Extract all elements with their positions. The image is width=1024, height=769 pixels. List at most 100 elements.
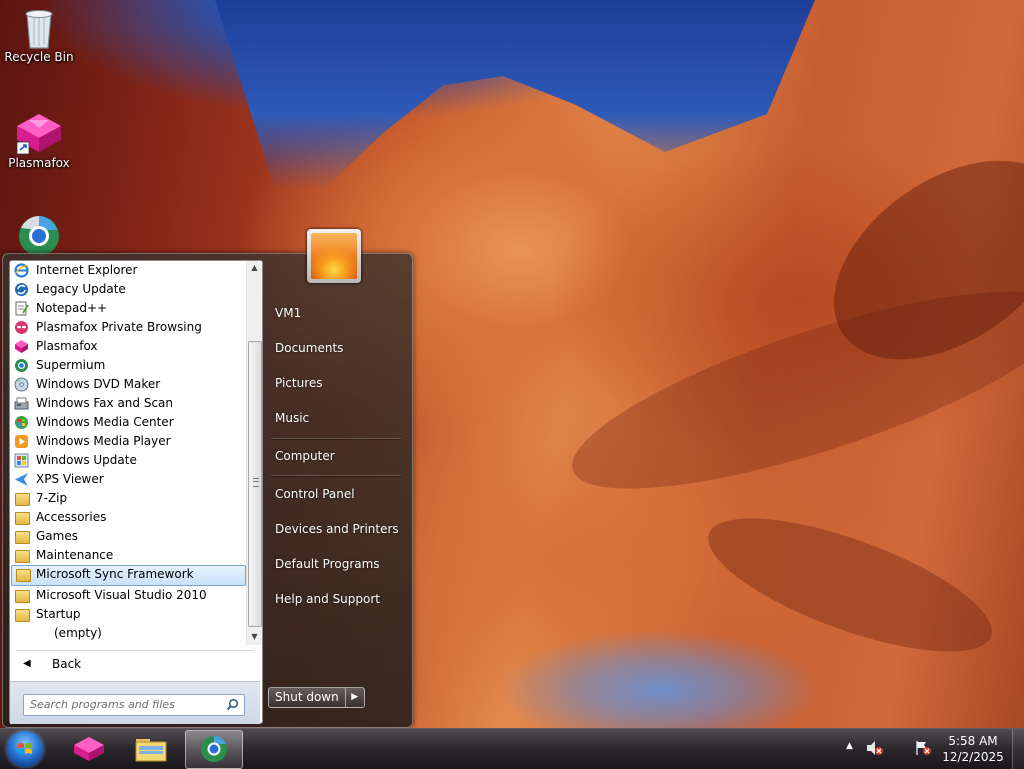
back-button[interactable]: ◀ Back <box>10 653 260 675</box>
desktop-icon-recycle-bin[interactable]: Recycle Bin <box>2 6 76 64</box>
search-input[interactable] <box>30 695 220 713</box>
program-label: XPS Viewer <box>36 472 104 486</box>
program-legacy-update[interactable]: Legacy Update <box>10 280 246 299</box>
folder-icon <box>15 550 30 563</box>
program-windows-media-center[interactable]: Windows Media Center <box>10 413 246 432</box>
plasmafox-private-icon <box>14 320 29 335</box>
notepad-plus-plus-icon <box>14 301 29 316</box>
places-label: Help and Support <box>275 592 380 606</box>
show-hidden-icons-arrow-icon[interactable]: ▲ <box>846 741 853 751</box>
program-label: Plasmafox <box>36 339 98 353</box>
folder-icon <box>15 590 30 603</box>
places-music[interactable]: Music <box>269 404 411 432</box>
program-label: Windows Media Player <box>36 434 171 448</box>
scroll-down-arrow-icon[interactable]: ▼ <box>247 630 262 644</box>
program-label: Games <box>36 529 78 543</box>
desktop-icon-label: Recycle Bin <box>4 50 74 64</box>
clock[interactable]: 5:58 AM 12/2/2025 <box>940 733 1006 765</box>
divider <box>16 650 254 651</box>
folder-icon <box>15 609 30 622</box>
show-desktop-button[interactable] <box>1012 729 1024 769</box>
places-control-panel[interactable]: Control Panel <box>269 480 411 508</box>
program-notepad-plus-plus[interactable]: Notepad++ <box>10 299 246 318</box>
places-help-and-support[interactable]: Help and Support <box>269 585 411 613</box>
program-label: Startup <box>36 607 81 621</box>
wallpaper-sky <box>215 0 815 190</box>
fax-scan-icon <box>14 396 29 411</box>
places-documents[interactable]: Documents <box>269 334 411 362</box>
recycle-bin-icon <box>19 6 59 49</box>
desktop-icon-plasmafox[interactable]: Plasmafox <box>2 112 76 170</box>
folder-icon <box>15 512 30 525</box>
folder-microsoft-visual-studio-2010[interactable]: Microsoft Visual Studio 2010 <box>10 586 246 605</box>
internet-explorer-icon <box>14 263 29 278</box>
program-windows-media-player[interactable]: Windows Media Player <box>10 432 246 451</box>
places-computer[interactable]: Computer <box>269 442 411 470</box>
media-player-icon <box>14 434 29 449</box>
program-label: Windows Media Center <box>36 415 174 429</box>
places-label: Music <box>275 411 310 425</box>
folder-icon <box>15 531 30 544</box>
action-center-flag-icon[interactable] <box>914 740 932 759</box>
windows-update-icon <box>14 453 29 468</box>
back-label: Back <box>52 657 82 671</box>
shutdown-options-arrow-icon[interactable]: ▶ <box>345 687 365 708</box>
windows-logo-icon <box>17 741 33 757</box>
user-picture[interactable] <box>307 229 361 283</box>
program-label: Accessories <box>36 510 107 524</box>
volume-muted-icon[interactable] <box>866 740 884 759</box>
program-label: (empty) <box>54 626 102 640</box>
folder-games[interactable]: Games <box>10 527 246 546</box>
legacy-update-icon <box>14 282 29 297</box>
places-user-vm1[interactable]: VM1 <box>269 299 411 327</box>
scroll-thumb[interactable] <box>248 341 262 627</box>
program-supermium[interactable]: Supermium <box>10 356 246 375</box>
folder-microsoft-sync-framework[interactable]: Microsoft Sync Framework <box>11 565 246 586</box>
taskbar-supermium[interactable] <box>185 730 243 769</box>
places-devices-and-printers[interactable]: Devices and Printers <box>269 515 411 543</box>
desktop-icon-label: Plasmafox <box>8 156 70 170</box>
places-label: Default Programs <box>275 557 380 571</box>
folder-accessories[interactable]: Accessories <box>10 508 246 527</box>
media-center-icon <box>14 415 29 430</box>
divider <box>271 475 401 477</box>
program-windows-dvd-maker[interactable]: Windows DVD Maker <box>10 375 246 394</box>
programs-scrollbar[interactable]: ▲ ▼ <box>246 261 262 645</box>
search-icon[interactable] <box>226 698 239 711</box>
clock-time: 5:58 AM <box>948 734 998 748</box>
folder-startup[interactable]: Startup <box>10 605 246 624</box>
program-windows-update[interactable]: Windows Update <box>10 451 246 470</box>
program-label: Maintenance <box>36 548 114 562</box>
program-label: Supermium <box>36 358 106 372</box>
empty-folder-placeholder: (empty) <box>10 624 246 643</box>
taskbar: ▲ 5:58 AM 12/2/2025 <box>0 728 1024 769</box>
start-menu: Internet Explorer Legacy Update Notepad+… <box>2 253 413 728</box>
dvd-maker-icon <box>14 377 29 392</box>
places-pictures[interactable]: Pictures <box>269 369 411 397</box>
search-box[interactable] <box>23 694 245 716</box>
supermium-icon <box>19 214 59 256</box>
program-label: Notepad++ <box>36 301 108 315</box>
wallpaper-shadow <box>693 491 1007 679</box>
shutdown-button[interactable]: Shut down <box>268 687 346 708</box>
program-windows-fax-scan[interactable]: Windows Fax and Scan <box>10 394 246 413</box>
search-area <box>10 681 260 724</box>
desktop-icon-supermium[interactable] <box>2 214 76 258</box>
folder-7-zip[interactable]: 7-Zip <box>10 489 246 508</box>
taskbar-plasmafox[interactable] <box>62 730 118 767</box>
folder-maintenance[interactable]: Maintenance <box>10 546 246 565</box>
program-xps-viewer[interactable]: XPS Viewer <box>10 470 246 489</box>
start-button[interactable] <box>7 731 43 767</box>
program-plasmafox[interactable]: Plasmafox <box>10 337 246 356</box>
taskbar-file-explorer[interactable] <box>123 730 179 767</box>
clock-date: 12/2/2025 <box>942 750 1004 764</box>
plasmafox-icon <box>14 339 29 354</box>
scroll-up-arrow-icon[interactable]: ▲ <box>247 261 262 275</box>
places-default-programs[interactable]: Default Programs <box>269 550 411 578</box>
program-label: Windows DVD Maker <box>36 377 161 391</box>
program-internet-explorer[interactable]: Internet Explorer <box>10 261 246 280</box>
program-label: Microsoft Sync Framework <box>36 567 194 581</box>
program-label: Windows Update <box>36 453 137 467</box>
program-plasmafox-private[interactable]: Plasmafox Private Browsing <box>10 318 246 337</box>
places-pane: VM1 Documents Pictures Music Computer Co… <box>265 254 411 727</box>
